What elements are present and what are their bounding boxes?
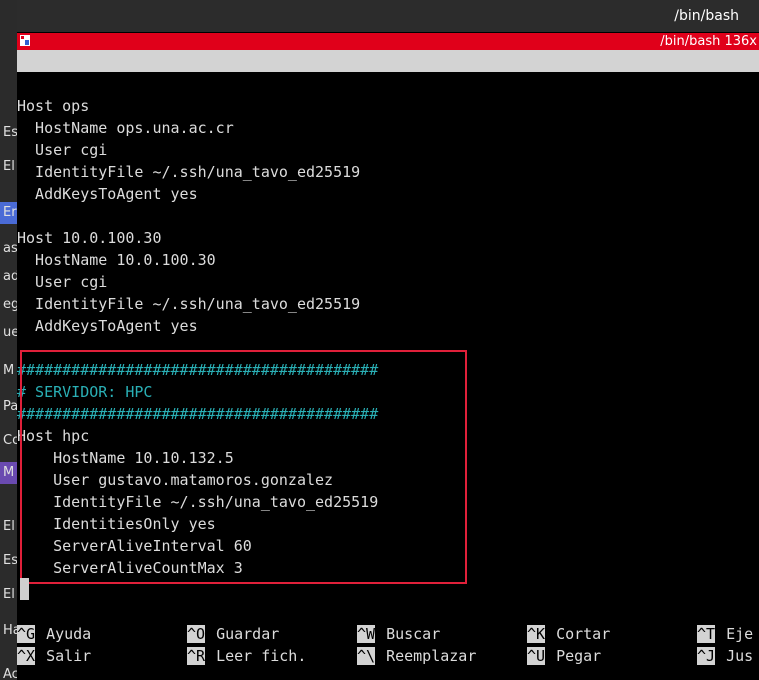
editor-line: User cgi (17, 273, 108, 291)
background-app-item: Er (0, 202, 17, 224)
shortcut-label: Salir (46, 647, 92, 665)
shortcut-bar: ^G Ayuda ^O Guardar ^W Buscar ^K Cortar ^T Eje ^X S… (17, 623, 759, 667)
background-app-item: Ac (3, 667, 17, 680)
shortcut-item: ^T Eje (697, 623, 753, 645)
shortcut-item: ^K Cortar (527, 623, 610, 645)
window-titlebar[interactable]: /bin/bash (17, 0, 759, 32)
background-app-item: Pa (3, 399, 17, 414)
shortcut-label: Buscar (386, 625, 441, 643)
shortcut-label: Eje (726, 625, 754, 643)
nano-header: GNU nano 7.2 /home/tavo/.ssh (17, 50, 759, 114)
background-app-item: El (3, 587, 15, 602)
editor-line: HostName ops.una.ac.cr (17, 119, 234, 137)
shortcut-item: ^U Pegar (527, 645, 601, 667)
editor-line: AddKeysToAgent yes (17, 185, 198, 203)
shortcut-label: Pegar (556, 647, 602, 665)
background-app-item: M (0, 462, 17, 484)
tab-title: /bin/bash 136x (660, 34, 757, 49)
shortcut-label: Guardar (216, 625, 280, 643)
background-app-item: adi (3, 269, 17, 284)
shortcut-key: ^U (527, 647, 546, 665)
editor-line: IdentityFile ~/.ssh/una_tavo_ed25519 (17, 295, 361, 313)
background-app-item: Es (3, 553, 17, 568)
shortcut-key: ^X (17, 647, 36, 665)
editor-line: IdentityFile ~/.ssh/una_tavo_ed25519 (17, 163, 361, 181)
shortcut-key: ^R (187, 647, 206, 665)
shortcut-item: ^R Leer fich. (187, 645, 306, 667)
background-app-item: Co (3, 433, 17, 448)
background-app-item: M (3, 363, 15, 378)
shortcut-item: ^X Salir (17, 645, 91, 667)
shortcut-label: Cortar (556, 625, 611, 643)
shortcut-key: ^J (697, 647, 716, 665)
shortcut-key: ^T (697, 625, 716, 643)
window-title: /bin/bash (674, 8, 739, 24)
shortcut-label: Reemplazar (386, 647, 477, 665)
background-app-item: Ha (3, 623, 17, 638)
nano-version: GNU nano 7.2 (37, 74, 146, 92)
shortcut-key: ^O (187, 625, 206, 643)
shortcut-key: ^G (17, 625, 36, 643)
background-app-item: El (3, 519, 15, 534)
editor-line: AddKeysToAgent yes (17, 317, 198, 335)
shortcut-key: ^K (527, 625, 546, 643)
highlight-box (20, 350, 467, 584)
background-app-item: ue (3, 325, 17, 340)
editor-line: Host ops (17, 97, 90, 115)
shortcut-label: Leer fich. (216, 647, 307, 665)
background-app-sidebar: Es El Er as adi ego ue M Pa Co M El Es El Ha Ac (0, 0, 17, 680)
shortcut-item: ^\ Reemplazar (357, 645, 476, 667)
terminal-window: /bin/bash /bin/bash 136x GNU nano 7.2 /h… (17, 0, 759, 680)
editor-line: HostName 10.0.100.30 (17, 251, 216, 269)
background-app-item: as (3, 241, 17, 256)
editor-line: Host 10.0.100.30 (17, 229, 162, 247)
background-app-item: El (3, 159, 15, 174)
background-app-item: Es (3, 125, 17, 140)
shortcut-label: Ayuda (46, 625, 92, 643)
shortcut-key: ^W (357, 625, 376, 643)
shortcut-label: Jus (726, 647, 754, 665)
shortcut-item: ^J Jus (697, 645, 753, 667)
text-cursor (20, 578, 29, 600)
terminal-tab[interactable]: /bin/bash 136x (17, 33, 759, 50)
shortcut-item: ^G Ayuda (17, 623, 91, 645)
shortcut-item: ^O Guardar (187, 623, 279, 645)
editor-line: User cgi (17, 141, 108, 159)
shortcut-item: ^W Buscar (357, 623, 440, 645)
background-app-item: ego (3, 297, 17, 312)
shortcut-key: ^\ (357, 647, 376, 665)
terminal-tab-icon (20, 35, 30, 46)
